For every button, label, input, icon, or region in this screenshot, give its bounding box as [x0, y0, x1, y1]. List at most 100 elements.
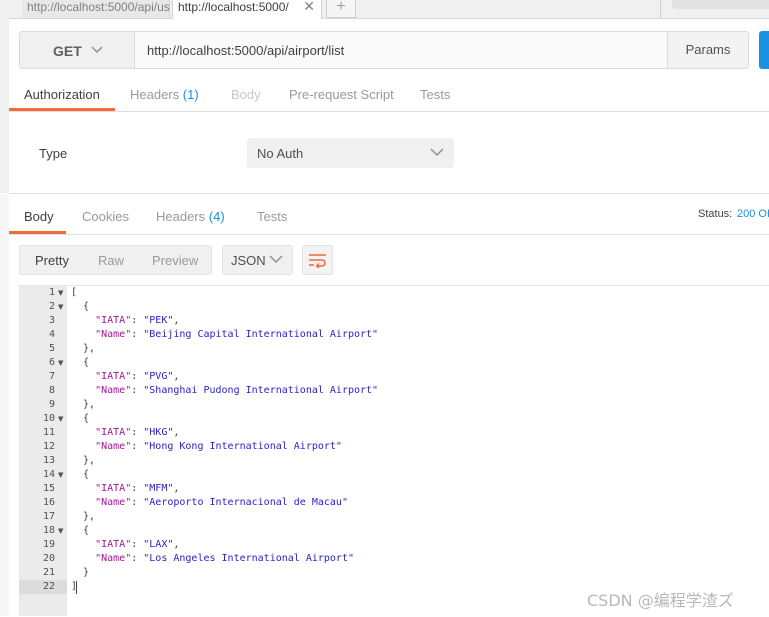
fold-arrow-icon[interactable]: ▼ [58, 527, 63, 535]
response-tabs-divider [9, 234, 769, 235]
fold-arrow-icon[interactable]: ▼ [58, 471, 63, 479]
json-string: "Aeroporto Internacional de Macau" [143, 497, 348, 508]
json-punctuation: : [131, 497, 144, 508]
auth-type-value: No Auth [257, 146, 304, 161]
json-punctuation: : [131, 539, 144, 550]
params-button[interactable]: Params [667, 32, 748, 68]
code-line: [ [71, 287, 77, 298]
wrap-lines-icon [308, 252, 328, 271]
code-line: { [71, 469, 89, 480]
json-string: "PVG" [143, 371, 174, 382]
tab-prerequest-script[interactable]: Pre-request Script [289, 87, 394, 102]
line-number: 2 [48, 301, 55, 312]
json-key: "IATA" [95, 315, 132, 326]
json-punctuation: { [71, 525, 90, 536]
json-punctuation [71, 441, 95, 452]
tab-response-headers[interactable]: Headers (4) [156, 209, 225, 224]
json-punctuation: : [131, 427, 144, 438]
browser-tab-2[interactable]: http://localhost:5000/ ✕ [172, 0, 322, 19]
json-string: "Beijing Capital International Airport" [143, 329, 379, 340]
pretty-button[interactable]: Pretty [35, 253, 69, 268]
json-key: "Name" [95, 553, 132, 564]
json-punctuation: }, [71, 343, 96, 354]
json-punctuation: : [131, 371, 144, 382]
close-icon[interactable]: ✕ [303, 0, 315, 13]
json-punctuation [71, 371, 95, 382]
json-punctuation: , [173, 427, 180, 438]
json-punctuation: , [173, 483, 180, 494]
send-button[interactable] [759, 31, 769, 69]
fold-arrow-icon[interactable]: ▼ [58, 415, 63, 423]
code-line: }, [71, 343, 95, 354]
tab-request-body[interactable]: Body [231, 87, 261, 102]
json-key: "IATA" [95, 483, 132, 494]
fold-arrow-icon[interactable]: ▼ [58, 289, 63, 297]
json-punctuation: : [131, 441, 144, 452]
line-number: 17 [42, 511, 55, 522]
json-punctuation: }, [71, 511, 96, 522]
tab-cookies[interactable]: Cookies [82, 209, 129, 224]
fold-arrow-icon[interactable]: ▼ [58, 303, 63, 311]
new-tab-button[interactable]: + [326, 0, 356, 18]
line-number: 18 [42, 525, 55, 536]
code-line: "Name": "Aeroporto Internacional de Maca… [71, 497, 348, 508]
code-line: "IATA": "HKG", [71, 427, 179, 438]
line-number: 19 [42, 539, 55, 550]
tab-request-headers[interactable]: Headers (1) [130, 87, 199, 102]
json-punctuation [71, 553, 95, 564]
json-punctuation: : [131, 315, 144, 326]
text-cursor [76, 581, 77, 594]
json-punctuation: { [71, 301, 90, 312]
tab-strip-control[interactable] [672, 0, 769, 9]
code-line: "Name": "Hong Kong International Airport… [71, 441, 342, 452]
json-key: "Name" [95, 385, 132, 396]
json-string: "MFM" [143, 483, 174, 494]
json-punctuation: { [71, 413, 90, 424]
code-line: "Name": "Beijing Capital International A… [71, 329, 378, 340]
code-line: { [71, 413, 89, 424]
tab-request-headers-label: Headers [130, 87, 180, 102]
status-badge: 200 OK [737, 208, 769, 220]
tab-strip-divider [660, 0, 661, 18]
code-line: "Name": "Shanghai Pudong International A… [71, 385, 378, 396]
json-punctuation: , [173, 539, 180, 550]
code-line: "IATA": "PEK", [71, 315, 179, 326]
code-line: }, [71, 399, 95, 410]
request-headers-count: (1) [182, 87, 199, 102]
json-punctuation [71, 483, 95, 494]
section-divider [9, 193, 769, 194]
line-number: 3 [48, 315, 55, 326]
wrap-lines-button[interactable] [302, 245, 333, 275]
browser-tab-2-label: http://localhost:5000/ [178, 0, 289, 14]
tab-authorization[interactable]: Authorization [24, 87, 100, 102]
request-tabs-divider [9, 111, 769, 112]
tab-response-body[interactable]: Body [24, 209, 54, 224]
code-line: "IATA": "LAX", [71, 539, 179, 550]
code-line: { [71, 301, 89, 312]
json-string: "LAX" [143, 539, 174, 550]
preview-button[interactable]: Preview [152, 253, 198, 268]
raw-button[interactable]: Raw [98, 253, 124, 268]
url-input[interactable]: http://localhost:5000/api/airport/list [147, 43, 344, 58]
watermark: CSDN @编程学渣ズ [587, 591, 734, 610]
json-punctuation: : [131, 329, 144, 340]
json-string: "PEK" [143, 315, 174, 326]
json-key: "Name" [95, 329, 132, 340]
json-punctuation: { [71, 469, 90, 480]
line-number: 1 [48, 287, 55, 298]
fold-arrow-icon[interactable]: ▼ [58, 359, 63, 367]
line-number: 22 [42, 581, 55, 592]
response-headers-count: (4) [208, 209, 225, 224]
line-number: 13 [42, 455, 55, 466]
browser-tab-1[interactable]: http://localhost:5000/api/us [22, 0, 170, 18]
line-number: 5 [48, 343, 55, 354]
json-key: "Name" [95, 497, 132, 508]
code-line: } [71, 567, 89, 578]
json-punctuation: [ [71, 287, 78, 298]
json-punctuation [71, 315, 95, 326]
json-punctuation: : [131, 385, 144, 396]
tab-response-tests[interactable]: Tests [257, 209, 287, 224]
json-punctuation: , [173, 371, 180, 382]
json-string: "Shanghai Pudong International Airport" [143, 385, 379, 396]
tab-request-tests[interactable]: Tests [420, 87, 450, 102]
